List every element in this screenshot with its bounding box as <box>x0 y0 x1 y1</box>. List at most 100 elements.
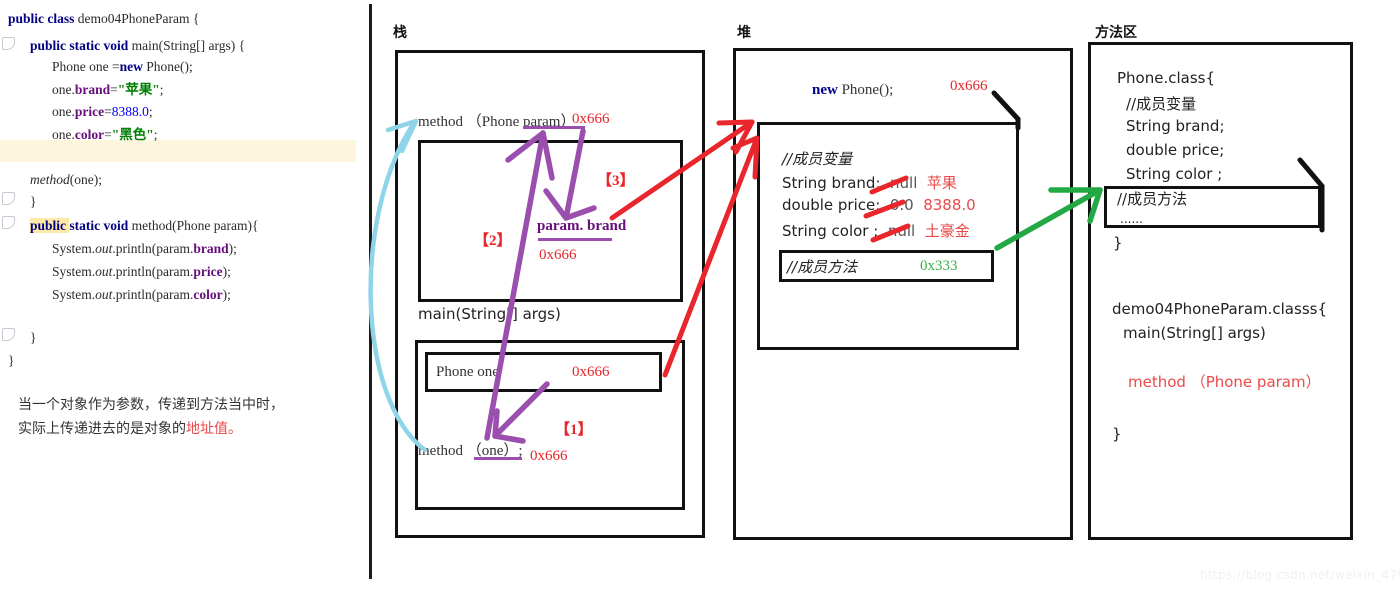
code-token: } <box>8 353 15 368</box>
step-3-label: 【3】 <box>597 173 635 189</box>
code-token: public <box>30 38 70 53</box>
heap-field-row: String color ; null 土豪金 <box>782 220 976 244</box>
code-token: color <box>193 287 223 302</box>
code-token: System. <box>52 264 96 279</box>
code-line: public static void method(Phone param){ <box>0 215 400 237</box>
code-token: 8388.0 <box>111 104 149 119</box>
note-line-2-prefix: 实际上传递进去的是对象的 <box>18 421 186 437</box>
heap-fields-comment: //成员变量 <box>782 150 853 168</box>
phone-class-fields: String brand; double price; String color ; <box>1126 117 1225 189</box>
code-token: (one); <box>69 172 102 187</box>
code-token: ; <box>153 127 158 142</box>
call-addr: 0x666 <box>530 448 568 464</box>
code-token: demo04PhoneParam { <box>77 11 200 26</box>
watermark: https://blog.csdn.net/weixin_47980825 <box>1200 568 1400 582</box>
code-token: ); <box>222 287 231 302</box>
code-token: "苹果" <box>117 82 160 97</box>
new-expr-tail: Phone(); <box>837 82 894 98</box>
methodarea-title: 方法区 <box>1095 25 1137 41</box>
code-token: .println(param. <box>112 287 194 302</box>
code-token: new <box>119 59 147 74</box>
note-line-2-highlight: 地址值。 <box>186 421 242 437</box>
heap-new-expr: new Phone(); <box>812 82 893 99</box>
code-token: .println(param. <box>112 241 194 256</box>
stack-title: 栈 <box>393 25 407 41</box>
main-frame-footer-label: main(String[] args) <box>418 305 561 323</box>
code-line: Phone one =new Phone(); <box>0 56 422 78</box>
heap-object-addr: 0x666 <box>950 78 988 94</box>
code-token: System. <box>52 287 96 302</box>
step-2-label: 【2】 <box>474 233 512 249</box>
methodarea-field-row: double price; <box>1126 141 1225 159</box>
code-line: System.out.println(param.price); <box>0 261 422 283</box>
code-token: class <box>47 11 78 26</box>
code-token: public <box>8 11 48 26</box>
heap-field-decl: String color ; <box>782 222 879 240</box>
code-token: method <box>30 172 70 187</box>
code-token: System. <box>52 241 96 256</box>
code-token: out <box>95 264 113 279</box>
variable-addr: 0x666 <box>572 364 610 380</box>
code-token: } <box>30 330 37 345</box>
code-token: = <box>104 104 112 119</box>
code-token: "黑色" <box>111 127 154 142</box>
code-token: color <box>74 127 105 142</box>
heap-field-assigned-value: 苹果 <box>917 174 957 192</box>
code-token: brand <box>74 82 111 97</box>
note-line-2: 实际上传递进去的是对象的地址值。 <box>18 418 242 438</box>
heap-field-row: double price; 0.0 8388.0 <box>782 196 976 220</box>
code-token: one. <box>52 82 75 97</box>
code-token: void <box>103 218 132 233</box>
heap-field-assigned-value: 8388.0 <box>913 196 976 214</box>
heap-field-default-value: 0.0 <box>880 196 914 214</box>
phone-class-method-comment: //成员方法 <box>1117 190 1188 208</box>
code-token: void <box>103 38 132 53</box>
one-underline <box>474 457 522 460</box>
heap-field-row: String brand; null 苹果 <box>782 172 976 196</box>
heap-fields-list: String brand; null 苹果 double price; 0.0 8… <box>782 172 976 244</box>
code-token: method(Phone param){ <box>131 218 259 233</box>
heap-field-decl: double price; <box>782 196 881 214</box>
code-token: static <box>69 38 104 53</box>
heap-field-default-value: null <box>880 174 918 192</box>
code-token: .println(param. <box>112 264 194 279</box>
step-1-label: 【1】 <box>555 422 593 438</box>
stack-method-frame-addr: 0x666 <box>572 111 610 127</box>
code-token: one. <box>52 104 75 119</box>
code-token: ; <box>148 104 153 119</box>
code-token: one. <box>52 127 75 142</box>
code-token: ); <box>228 241 237 256</box>
code-line: } <box>0 327 400 349</box>
code-token: ); <box>222 264 231 279</box>
phone-class-open: Phone.class{ <box>1117 69 1216 87</box>
code-token: price <box>193 264 223 279</box>
code-line: } <box>0 350 378 372</box>
demo-class-method-sig: method （Phone param） <box>1128 373 1321 391</box>
code-line: public class demo04PhoneParam { <box>0 8 378 30</box>
code-line: one.price=8388.0; <box>0 101 422 123</box>
code-token: brand <box>193 241 229 256</box>
code-token: out <box>95 287 113 302</box>
heap-field-default-value: null <box>878 222 916 240</box>
code-token: = <box>104 127 112 142</box>
code-token: price <box>74 104 105 119</box>
param-brand-underline <box>538 238 612 241</box>
code-token: public <box>30 218 70 233</box>
code-line: System.out.println(param.color); <box>0 284 422 306</box>
heap-field-decl: String brand; <box>782 174 881 192</box>
note-line-1: 当一个对象作为参数，传递到方法当中时， <box>18 397 284 413</box>
demo-class-open: demo04PhoneParam.classs{ <box>1112 300 1327 318</box>
demo-class-main-sig: main(String[] args) <box>1123 324 1266 342</box>
methodarea-field-row: String brand; <box>1126 117 1225 135</box>
code-line: System.out.println(param.brand); <box>0 238 422 260</box>
code-line: method(one); <box>0 169 400 191</box>
code-token: out <box>95 241 113 256</box>
code-token: } <box>30 194 37 209</box>
heap-field-assigned-value: 土豪金 <box>915 222 970 240</box>
code-line: one.brand="苹果"; <box>0 79 422 101</box>
pane-divider <box>369 4 372 579</box>
demo-class-close: } <box>1112 425 1122 443</box>
heap-method-comment: //成员方法 <box>787 258 858 276</box>
heap-method-addr: 0x333 <box>920 258 958 274</box>
code-line: } <box>0 191 400 213</box>
